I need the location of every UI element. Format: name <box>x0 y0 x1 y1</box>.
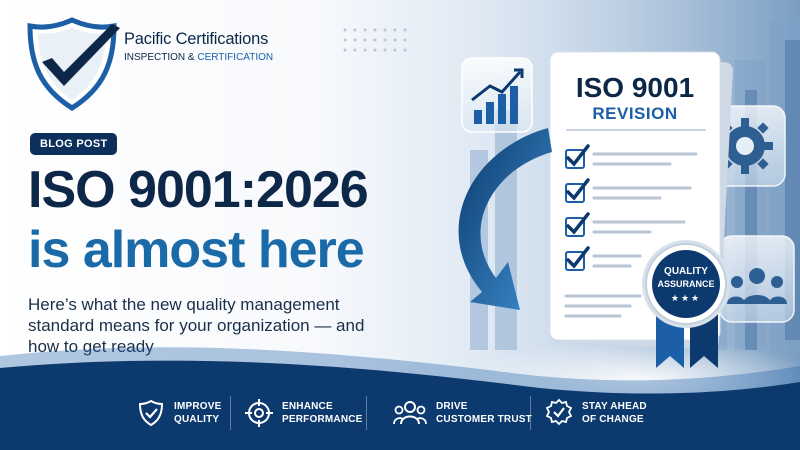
seal-line2: ASSURANCE <box>657 279 715 289</box>
curved-arrow-icon <box>458 128 552 310</box>
banner: Pacific Certifications INSPECTION & CERT… <box>0 0 800 450</box>
feature-label: STAY AHEAD OF CHANGE <box>582 401 647 425</box>
document-subtitle: REVISION <box>592 104 678 123</box>
feature-divider <box>230 396 231 430</box>
target-icon <box>245 399 273 427</box>
people-icon <box>719 235 795 323</box>
feature-label: ENHANCE PERFORMANCE <box>282 401 363 425</box>
features-bar: IMPROVE QUALITY ENHANCE PERFORMANCE DRIV… <box>0 388 800 438</box>
feature-label: DRIVE CUSTOMER TRUST <box>436 401 532 425</box>
shield-check-icon <box>138 399 164 427</box>
feature-stay-ahead: STAY AHEAD OF CHANGE <box>544 388 647 438</box>
feature-drive-customer-trust: DRIVE CUSTOMER TRUST <box>392 388 532 438</box>
seal-stars: ★★★ <box>670 293 702 303</box>
people-icon <box>393 401 427 425</box>
seal-line1: QUALITY <box>664 266 708 277</box>
feature-improve-quality: IMPROVE QUALITY <box>136 388 222 438</box>
document-title: ISO 9001 <box>575 72 695 103</box>
feature-label: IMPROVE QUALITY <box>174 401 222 425</box>
feature-enhance-performance: ENHANCE PERFORMANCE <box>244 388 363 438</box>
growth-chart-icon <box>461 57 533 133</box>
feature-divider <box>530 396 531 430</box>
feature-divider <box>366 396 367 430</box>
badge-check-icon <box>545 398 573 426</box>
